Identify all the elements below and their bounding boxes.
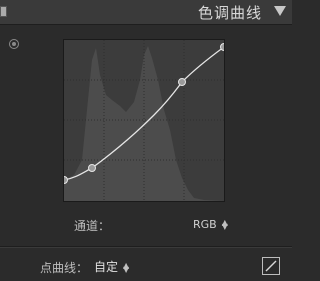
channel-select[interactable]: RGB ▲ ▼ xyxy=(193,218,228,231)
updown-icon: ▲ ▼ xyxy=(221,218,228,231)
curve-point xyxy=(178,78,186,86)
edit-curve-icon[interactable] xyxy=(262,257,280,275)
panel-toggle-switch[interactable] xyxy=(0,6,7,17)
updown-icon: ▲ ▼ xyxy=(123,260,130,274)
channel-label: 通道： xyxy=(74,219,111,233)
divider-highlight xyxy=(0,247,292,248)
point-curve-value: 自定 xyxy=(94,260,119,274)
curve-point xyxy=(88,164,96,172)
point-curve-label: 点曲线： xyxy=(40,261,89,275)
panel-title: 色调曲线 xyxy=(197,4,262,22)
tone-curve-graph[interactable] xyxy=(63,39,225,202)
histogram xyxy=(64,46,224,201)
target-icon[interactable] xyxy=(9,39,19,49)
channel-value: RGB xyxy=(193,218,217,231)
curve-point xyxy=(64,176,68,184)
point-curve-select[interactable]: 自定 ▲ ▼ xyxy=(94,258,129,275)
curve-point xyxy=(220,43,224,51)
panel-header[interactable]: 色调曲线 xyxy=(0,0,292,25)
triangle-down-icon[interactable] xyxy=(274,6,286,16)
curve-canvas xyxy=(64,40,224,201)
